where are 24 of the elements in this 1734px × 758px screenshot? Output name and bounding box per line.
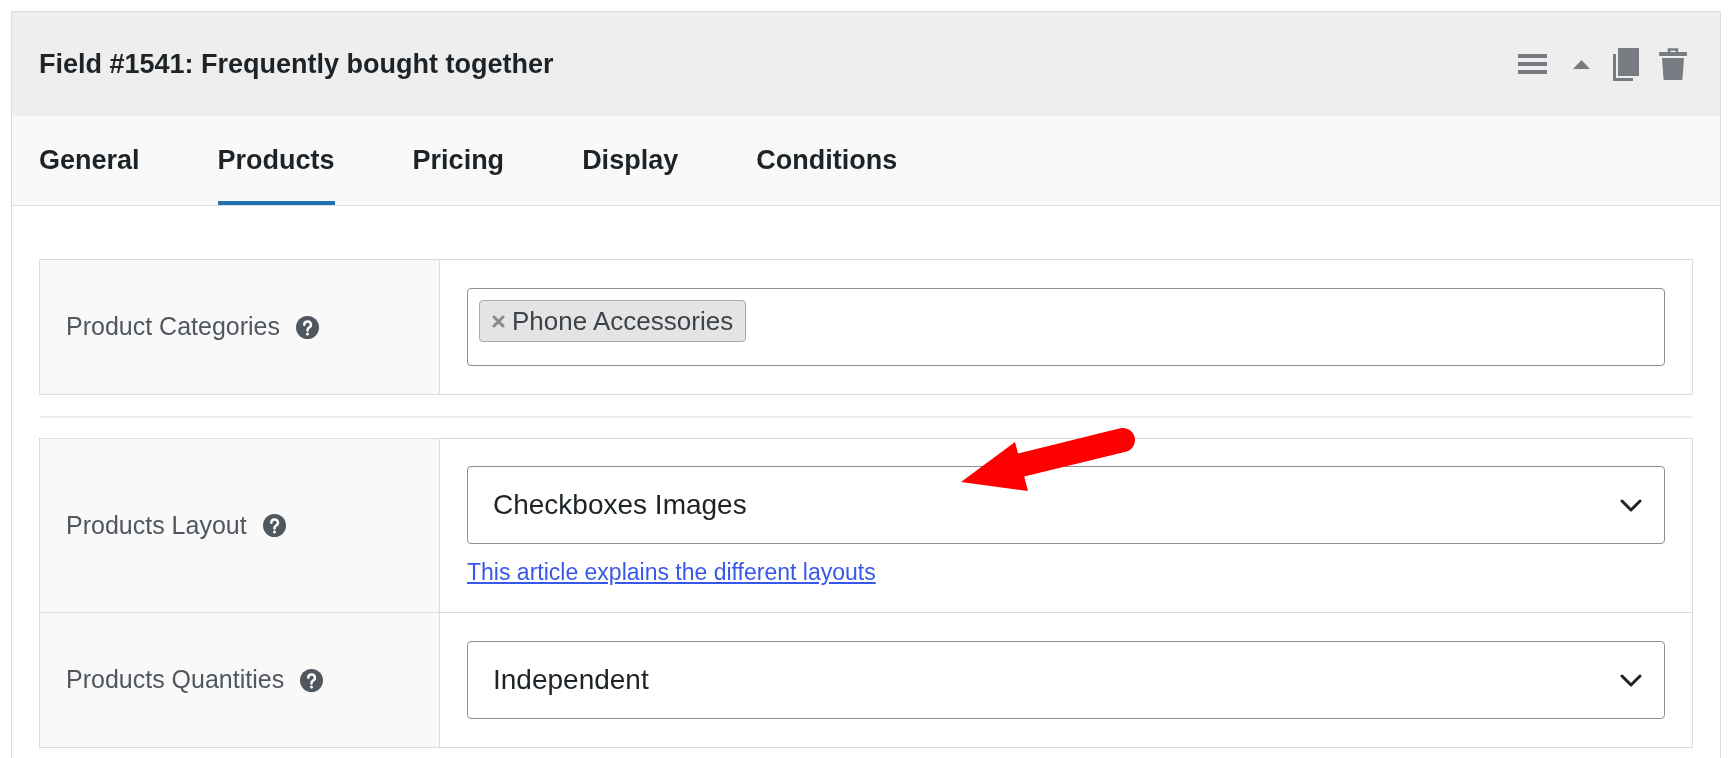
help-icon[interactable]: [296, 315, 319, 339]
tags-field[interactable]: Phone Accessories: [467, 288, 1665, 366]
help-icon[interactable]: [300, 668, 324, 692]
tab[interactable]: Pricing: [412, 116, 505, 205]
help-link[interactable]: This article explains the different layouts: [467, 558, 876, 586]
chevron-down-icon: [1620, 673, 1642, 687]
tab[interactable]: General: [39, 116, 140, 205]
chevron-down-icon: [1620, 498, 1642, 512]
dropdown[interactable]: Independent: [467, 641, 1665, 719]
field-label: Products Quantities: [66, 664, 285, 696]
help-icon[interactable]: [262, 514, 286, 537]
menu-icon[interactable]: [1518, 54, 1547, 74]
panel-title: Field #1541: Frequently bought together: [39, 47, 554, 81]
close-icon[interactable]: [492, 314, 505, 328]
tag-label: Phone Accessories: [512, 304, 734, 338]
copy-icon[interactable]: [1613, 47, 1639, 81]
tab[interactable]: Conditions: [756, 116, 898, 205]
field-label: Products Layout: [66, 509, 247, 541]
trash-icon[interactable]: [1659, 48, 1687, 80]
caret-up-icon[interactable]: [1573, 59, 1590, 69]
tab[interactable]: Products: [217, 116, 335, 205]
tab[interactable]: Display: [582, 116, 679, 205]
dropdown[interactable]: Checkboxes Images: [467, 466, 1665, 544]
field-label: Product Categories: [66, 311, 280, 343]
